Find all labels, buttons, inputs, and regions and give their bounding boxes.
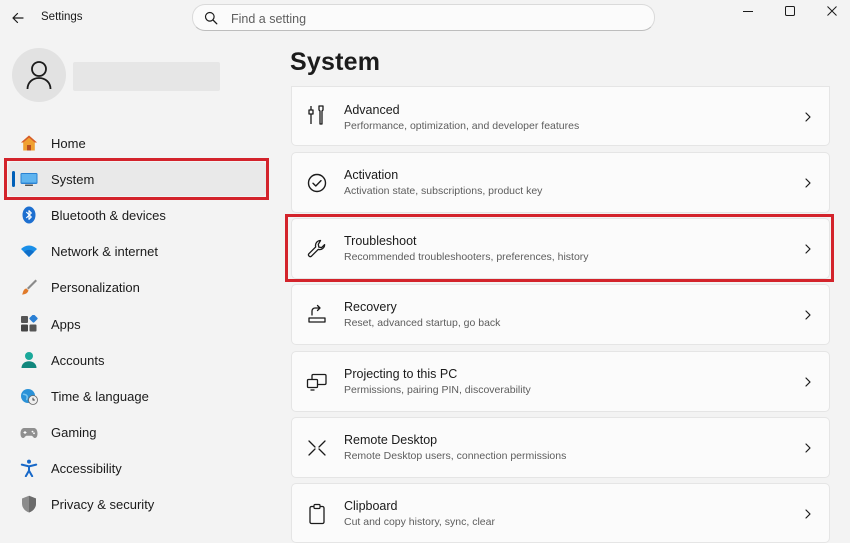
card-projecting[interactable]: Projecting to this PC Permissions, pairi… <box>291 351 830 412</box>
highlight-box-troubleshoot <box>285 214 834 282</box>
sidebar-item-personalization[interactable]: Personalization <box>8 270 266 304</box>
page-title: System <box>290 48 381 76</box>
sidebar-item-label: Accessibility <box>51 461 122 476</box>
remote-desktop-icon <box>308 440 326 456</box>
card-subtitle: Remote Desktop users, connection permiss… <box>344 450 567 462</box>
sidebar-item-bluetooth[interactable]: Bluetooth & devices <box>8 198 266 232</box>
wifi-icon <box>21 245 37 257</box>
gamepad-icon <box>20 428 38 438</box>
minimize-button[interactable] <box>726 0 770 22</box>
card-activation[interactable]: Activation Activation state, subscriptio… <box>291 152 830 213</box>
app-title: Settings <box>41 11 83 23</box>
chevron-right-icon <box>805 509 811 519</box>
sidebar-item-time-language[interactable]: Time & language <box>8 379 266 413</box>
title-bar: Settings <box>0 0 850 36</box>
avatar[interactable] <box>12 48 66 102</box>
globe-clock-icon <box>21 389 38 405</box>
sidebar-item-accessibility[interactable]: Accessibility <box>8 451 266 485</box>
bluetooth-icon <box>22 206 36 224</box>
back-arrow-icon <box>12 12 24 24</box>
sidebar-item-label: Time & language <box>51 389 149 404</box>
sidebar-item-network[interactable]: Network & internet <box>8 234 266 268</box>
chevron-right-icon <box>805 443 811 453</box>
highlight-box-system <box>4 158 269 200</box>
accessibility-icon <box>20 459 38 477</box>
clipboard-icon <box>309 503 325 525</box>
sidebar-item-label: Network & internet <box>51 244 158 259</box>
back-button[interactable] <box>8 8 28 28</box>
maximize-button[interactable] <box>768 0 812 22</box>
close-button[interactable] <box>810 0 850 22</box>
sidebar-item-label: Accounts <box>51 353 105 368</box>
card-remote-desktop[interactable]: Remote Desktop Remote Desktop users, con… <box>291 417 830 478</box>
card-subtitle: Cut and copy history, sync, clear <box>344 516 495 528</box>
sidebar-item-label: Apps <box>51 317 81 332</box>
sidebar-item-home[interactable]: Home <box>8 126 266 160</box>
user-icon <box>26 61 52 90</box>
chevron-right-icon <box>805 377 811 387</box>
home-icon <box>21 135 37 151</box>
card-advanced[interactable]: Advanced Performance, optimization, and … <box>291 86 830 146</box>
sidebar-item-label: Bluetooth & devices <box>51 208 166 223</box>
sidebar-item-gaming[interactable]: Gaming <box>8 415 266 449</box>
chevron-right-icon <box>805 178 811 188</box>
sidebar-item-privacy[interactable]: Privacy & security <box>8 487 266 521</box>
card-title: Remote Desktop <box>344 433 438 447</box>
accounts-icon <box>21 352 37 368</box>
card-subtitle: Permissions, pairing PIN, discoverabilit… <box>344 384 531 396</box>
brush-icon <box>22 279 37 295</box>
sidebar-item-label: Personalization <box>51 280 140 295</box>
card-title: Projecting to this PC <box>344 367 458 381</box>
close-icon <box>827 6 837 16</box>
maximize-icon <box>785 6 795 16</box>
sidebar-item-label: Home <box>51 136 86 151</box>
shield-icon <box>22 495 36 513</box>
card-title: Activation <box>344 168 399 182</box>
card-subtitle: Activation state, subscriptions, product… <box>344 185 543 197</box>
card-title: Clipboard <box>344 499 398 513</box>
check-circle-icon <box>307 173 327 193</box>
search-icon <box>204 11 218 25</box>
search-box[interactable] <box>192 4 655 31</box>
card-title: Advanced <box>344 103 400 117</box>
card-title: Recovery <box>344 300 397 314</box>
sidebar-item-label: Privacy & security <box>51 497 155 512</box>
sidebar-item-accounts[interactable]: Accounts <box>8 343 266 377</box>
sidebar-item-apps[interactable]: Apps <box>8 307 266 341</box>
tools-icon <box>308 105 324 125</box>
card-subtitle: Reset, advanced startup, go back <box>344 317 501 329</box>
chevron-right-icon <box>805 112 811 122</box>
search-input[interactable] <box>229 9 633 29</box>
apps-icon <box>21 315 38 332</box>
minimize-icon <box>743 11 753 12</box>
profile-name-placeholder <box>73 62 220 91</box>
recovery-icon <box>308 304 326 323</box>
card-clipboard[interactable]: Clipboard Cut and copy history, sync, cl… <box>291 483 830 543</box>
sidebar-item-label: Gaming <box>51 425 97 440</box>
chevron-right-icon <box>805 310 811 320</box>
card-recovery[interactable]: Recovery Reset, advanced startup, go bac… <box>291 284 830 345</box>
projecting-icon <box>306 373 327 391</box>
card-subtitle: Performance, optimization, and developer… <box>344 120 580 132</box>
